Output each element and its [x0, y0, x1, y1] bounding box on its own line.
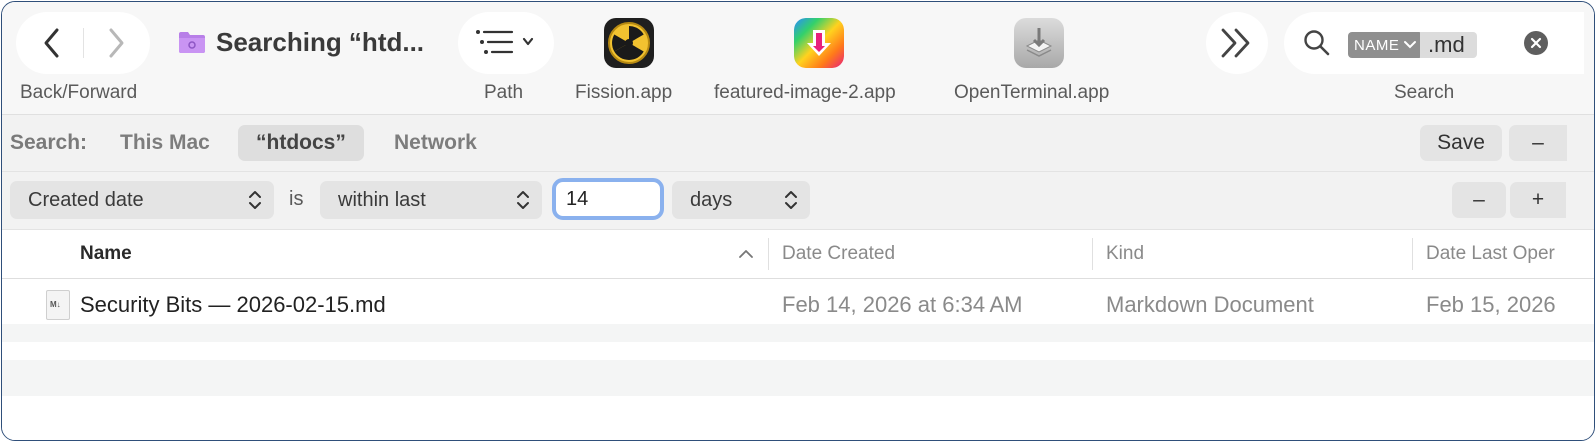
clear-search-icon[interactable]	[1524, 31, 1548, 55]
radiation-icon[interactable]	[604, 18, 654, 68]
double-chevron-right-icon	[1221, 28, 1250, 58]
back-forward-label: Back/Forward	[20, 82, 138, 103]
operator-label: is	[289, 188, 304, 210]
list-path-icon	[476, 30, 534, 54]
terminal-icon[interactable]	[1014, 18, 1064, 68]
column-header-kind[interactable]: Kind	[1106, 243, 1144, 265]
back-forward-control	[16, 12, 150, 74]
chevron-right-icon	[109, 28, 124, 58]
file-date-created: Feb 14, 2026 at 6:34 AM	[782, 292, 1023, 317]
updown-chevron-icon	[517, 191, 529, 209]
markdown-file-icon: M↓	[46, 290, 70, 320]
attribute-value: Created date	[28, 188, 144, 211]
empty-row	[2, 342, 1594, 360]
search-label: Search	[1394, 82, 1455, 103]
path-label: Path	[484, 82, 524, 103]
column-divider[interactable]	[1412, 238, 1413, 270]
smart-folder-icon	[179, 32, 205, 53]
file-kind: Markdown Document	[1106, 292, 1314, 317]
column-header-date-last-opened[interactable]: Date Last Oper	[1426, 243, 1555, 265]
sort-ascending-icon[interactable]	[738, 249, 754, 259]
more-toolbar-items-button[interactable]	[1206, 12, 1268, 74]
unit-popup[interactable]: days	[672, 181, 810, 219]
add-criterion-button[interactable]: +	[1510, 182, 1566, 218]
search-token-value[interactable]: .md	[1420, 32, 1477, 58]
attribute-popup[interactable]: Created date	[10, 181, 274, 219]
scope-htdocs[interactable]: “htdocs”	[238, 125, 364, 161]
column-header-name[interactable]: Name	[80, 243, 132, 265]
chevron-left-icon	[44, 28, 59, 58]
table-row[interactable]: M↓ Security Bits — 2026-02-15.md Feb 14,…	[2, 288, 1594, 324]
app-label-openterminal[interactable]: OpenTerminal.app	[954, 82, 1109, 104]
search-icon	[1304, 30, 1330, 56]
remove-criterion-button[interactable]: –	[1452, 182, 1506, 218]
condition-value: within last	[338, 188, 426, 211]
file-date-last-opened: Feb 15, 2026	[1426, 292, 1556, 317]
empty-row	[2, 396, 1594, 440]
condition-popup[interactable]: within last	[320, 181, 542, 219]
file-name: Security Bits — 2026-02-15.md	[80, 292, 386, 317]
column-divider[interactable]	[768, 238, 769, 270]
chevron-down-icon	[1404, 41, 1417, 49]
days-count-input[interactable]	[552, 178, 664, 220]
search-scope-bar: Search: This Mac “htdocs” Network Save –	[2, 115, 1594, 172]
empty-row	[2, 324, 1594, 342]
forward-button[interactable]	[84, 12, 148, 74]
download-arrow-icon[interactable]	[794, 18, 844, 68]
search-token-label: NAME	[1354, 36, 1400, 54]
column-header-date-created[interactable]: Date Created	[782, 243, 895, 265]
finder-window: Back/Forward Searching “htd... Path Fiss…	[1, 1, 1595, 441]
search-criteria-row: Created date is within last days – +	[2, 172, 1594, 230]
path-menu-button[interactable]	[458, 12, 554, 74]
window-title-area: Searching “htd...	[178, 22, 424, 62]
back-button[interactable]	[20, 12, 84, 74]
search-scope-label: Search:	[10, 131, 88, 154]
save-search-button[interactable]: Save	[1420, 125, 1502, 161]
scope-this-mac[interactable]: This Mac	[102, 125, 228, 161]
search-field[interactable]: NAME .md	[1284, 12, 1584, 74]
scope-network[interactable]: Network	[376, 125, 495, 161]
search-token-name[interactable]: NAME	[1348, 32, 1424, 58]
updown-chevron-icon	[249, 191, 261, 209]
app-label-featured-image[interactable]: featured-image-2.app	[714, 82, 896, 104]
remove-scope-button[interactable]: –	[1509, 125, 1567, 161]
table-header: Name Date Created Kind Date Last Oper	[2, 230, 1594, 279]
column-divider[interactable]	[1092, 238, 1093, 270]
window-title: Searching “htd...	[216, 26, 425, 57]
unit-value: days	[690, 188, 733, 211]
empty-row	[2, 360, 1594, 396]
toolbar: Back/Forward Searching “htd... Path Fiss…	[2, 2, 1594, 115]
app-label-fission[interactable]: Fission.app	[575, 82, 672, 104]
updown-chevron-icon	[785, 191, 797, 209]
